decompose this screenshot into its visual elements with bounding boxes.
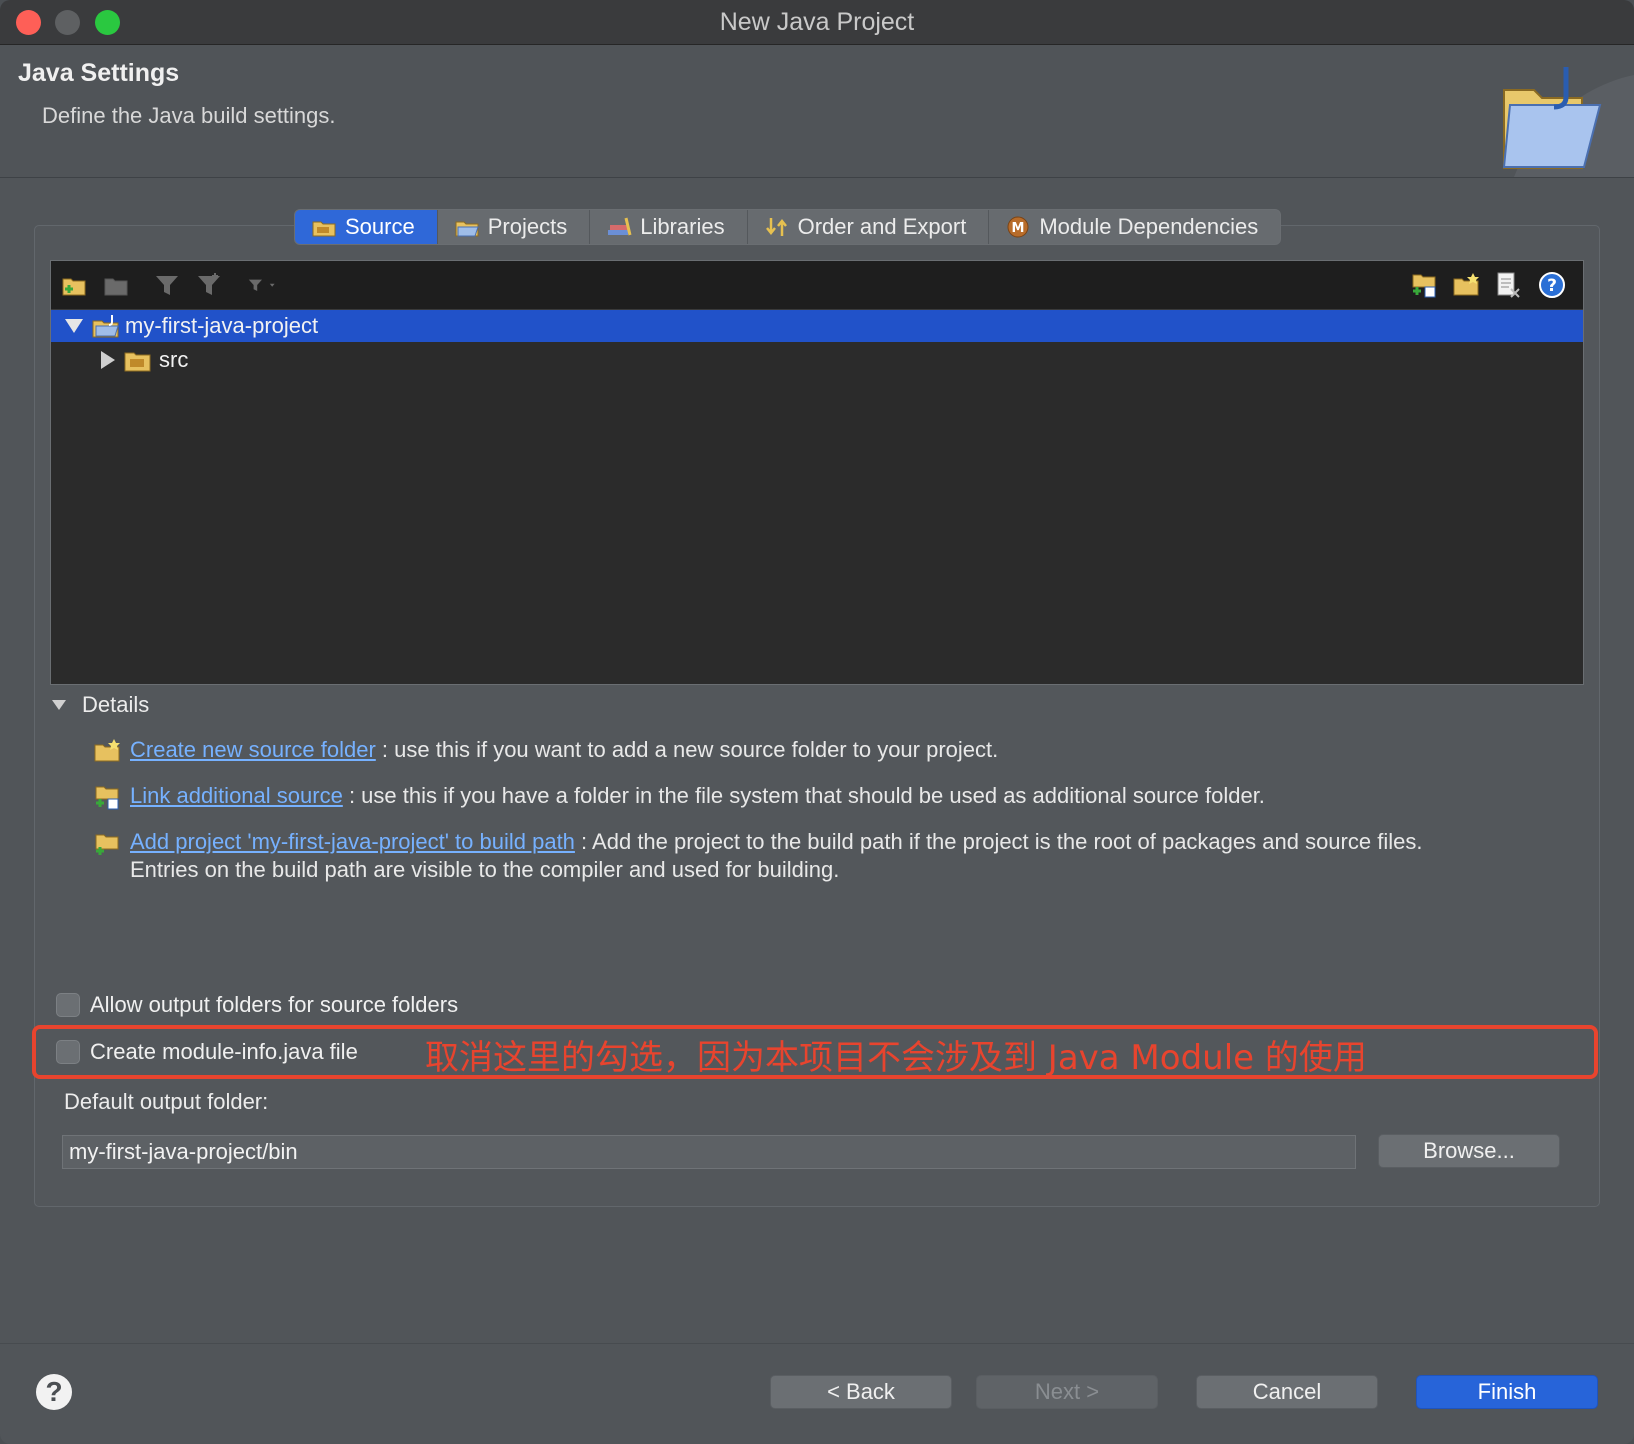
dialog-window: New Java Project Java Settings Define th… xyxy=(0,0,1634,1444)
browse-button[interactable]: Browse... xyxy=(1378,1134,1560,1168)
create-module-info-label: Create module-info.java file xyxy=(90,1039,358,1064)
link-source-icon xyxy=(95,786,119,810)
source-folder-icon xyxy=(312,221,336,237)
add-to-build-path-icon xyxy=(95,834,119,855)
create-source-folder-link[interactable]: Create new source folder xyxy=(130,737,376,762)
java-project-icon xyxy=(92,315,119,338)
tree-toolbar: ? xyxy=(51,261,1583,310)
svg-text:?: ? xyxy=(1547,276,1557,296)
output-folder-label: Default output folder: xyxy=(64,1089,269,1114)
tab-projects[interactable]: Projects xyxy=(437,210,591,244)
projects-icon xyxy=(455,221,479,237)
new-source-folder-icon xyxy=(94,739,120,762)
tab-projects-label: Projects xyxy=(487,214,568,239)
tab-source[interactable]: Source xyxy=(295,210,438,244)
tree-item-project-label: my-first-java-project xyxy=(125,313,319,338)
tab-libraries-label: Libraries xyxy=(640,214,725,239)
module-icon: M xyxy=(1007,216,1029,238)
link-additional-source-link[interactable]: Link additional source xyxy=(130,783,343,808)
link-source-icon[interactable] xyxy=(1409,271,1439,299)
annotation-text: 取消这里的勾选，因为本项目不会涉及到 Java Module 的使用 xyxy=(425,1038,1367,1078)
wizard-banner: Java Settings Define the Java build sett… xyxy=(0,45,1634,178)
detail-row-link-source: Link additional source : use this if you… xyxy=(92,783,1265,811)
allow-output-folders-option[interactable]: Allow output folders for source folders xyxy=(56,990,458,1020)
exclusion-filter-icon[interactable] xyxy=(195,271,225,299)
window-title: New Java Project xyxy=(719,8,915,36)
chevron-down-icon xyxy=(52,700,66,710)
java-project-folder-icon xyxy=(1502,67,1634,177)
tree-item-project[interactable]: my-first-java-project xyxy=(51,310,1583,342)
help-icon[interactable]: ? xyxy=(36,1374,72,1410)
add-project-to-build-path-link[interactable]: Add project 'my-first-java-project' to b… xyxy=(130,829,575,854)
configure-dropdown-icon[interactable] xyxy=(247,271,277,299)
page-subtitle: Define the Java build settings. xyxy=(42,103,336,128)
link-additional-source-desc: : use this if you have a folder in the f… xyxy=(348,783,1265,808)
finish-button[interactable]: Finish xyxy=(1416,1375,1598,1409)
add-project-desc: : Add the project to the build path if t… xyxy=(581,829,1423,854)
source-folder-icon xyxy=(124,352,151,372)
settings-tabs: Source Projects Libraries Order and Expo… xyxy=(294,209,1282,245)
allow-output-folders-label: Allow output folders for source folders xyxy=(90,992,459,1017)
collapse-arrow-icon[interactable] xyxy=(65,319,83,333)
create-module-info-checkbox[interactable] xyxy=(56,1040,80,1064)
cancel-button[interactable]: Cancel xyxy=(1196,1375,1378,1409)
order-export-icon xyxy=(765,218,787,236)
tab-libraries[interactable]: Libraries xyxy=(590,210,748,244)
remove-source-folder-icon[interactable] xyxy=(101,271,131,299)
page-title: Java Settings xyxy=(18,59,180,87)
delete-output-icon[interactable] xyxy=(1493,271,1523,299)
help-icon[interactable]: ? xyxy=(1537,271,1567,299)
tree-item-src-label: src xyxy=(159,347,189,372)
expand-arrow-icon[interactable] xyxy=(101,351,115,369)
footer-divider xyxy=(0,1343,1634,1344)
new-source-folder-icon[interactable] xyxy=(1451,271,1481,299)
back-button[interactable]: < Back xyxy=(770,1375,952,1409)
tab-module-dependencies[interactable]: M Module Dependencies xyxy=(989,210,1281,244)
tree-item-src[interactable]: src xyxy=(51,344,1583,376)
create-source-folder-desc: : use this if you want to add a new sour… xyxy=(381,737,999,762)
details-toggle[interactable]: Details xyxy=(52,690,149,720)
add-source-folder-icon[interactable] xyxy=(59,271,89,299)
tab-order-export[interactable]: Order and Export xyxy=(747,210,990,244)
tab-order-export-label: Order and Export xyxy=(797,214,967,239)
source-tree-panel: ? my-first-java-project src xyxy=(50,260,1584,685)
title-bar: New Java Project xyxy=(0,0,1634,45)
inclusion-filter-icon[interactable] xyxy=(153,271,183,299)
details-label: Details xyxy=(82,692,150,717)
allow-output-folders-checkbox[interactable] xyxy=(56,993,80,1017)
tab-module-dependencies-label: Module Dependencies xyxy=(1039,214,1259,239)
create-module-info-option[interactable]: Create module-info.java file xyxy=(56,1037,358,1067)
tab-source-label: Source xyxy=(345,214,415,239)
svg-text:M: M xyxy=(1012,221,1025,236)
add-project-desc-line2: Entries on the build path are visible to… xyxy=(130,857,840,882)
next-button[interactable]: Next > xyxy=(976,1375,1158,1409)
libraries-icon xyxy=(608,217,632,236)
detail-row-create-source: Create new source folder : use this if y… xyxy=(92,737,998,765)
detail-row-add-project: Add project 'my-first-java-project' to b… xyxy=(92,829,1422,883)
output-folder-input[interactable]: my-first-java-project/bin xyxy=(62,1135,1356,1169)
